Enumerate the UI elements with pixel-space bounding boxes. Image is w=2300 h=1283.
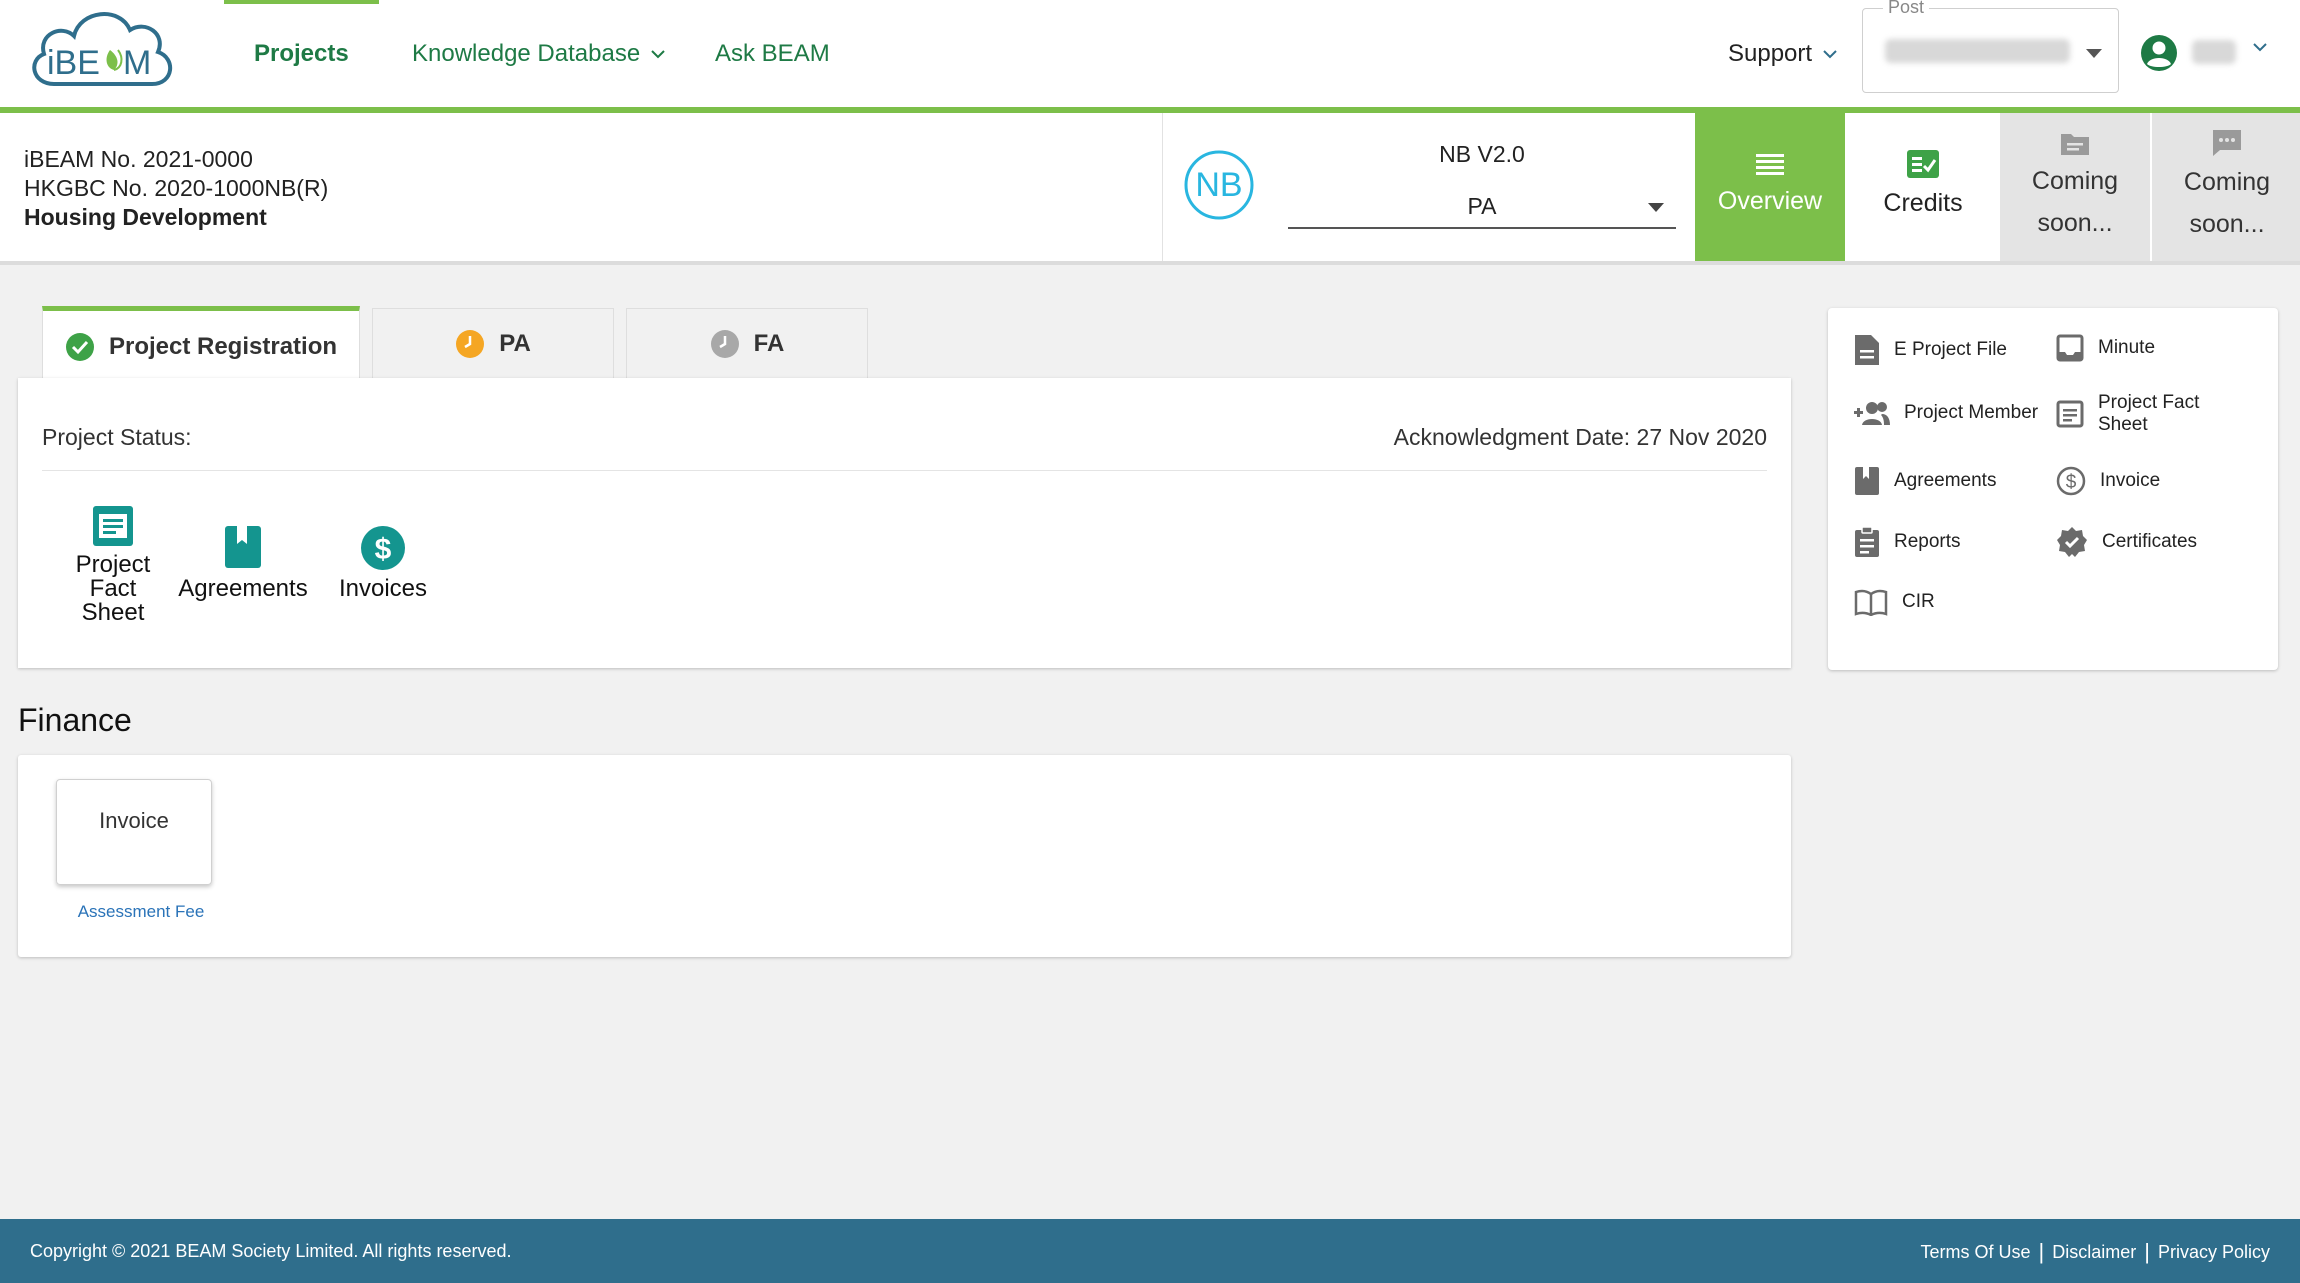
user-account-icon[interactable] [2140,34,2178,72]
document-icon [1855,335,1879,365]
book-icon [1855,467,1879,495]
project-status-card: Project Status: Acknowledgment Date: 27 … [18,378,1791,668]
tab-coming-soon-2[interactable]: Coming soon... [2152,113,2300,261]
stage-select[interactable]: PA [1288,185,1676,229]
invoice-card[interactable]: Invoice [56,779,212,885]
dollar-circle-icon: $ [361,526,405,570]
nav-knowledge-database[interactable]: Knowledge Database [412,0,666,107]
privacy-policy-link[interactable]: Privacy Policy [2158,1242,2270,1263]
project-bar: iBEAM No. 2021-0000 HKGBC No. 2020-1000N… [0,113,2300,265]
chevron-down-icon [651,49,665,58]
acknowledgment-date: Acknowledgment Date: 27 Nov 2020 [1393,424,1767,450]
chevron-down-icon[interactable] [2252,42,2268,52]
link-project-fact-sheet[interactable]: Project Fact Sheet [2056,392,2199,436]
scheme-version: NB V2.0 [1439,141,1525,167]
caret-down-icon [2086,49,2102,58]
link-reports[interactable]: Reports [1854,526,1961,558]
fact-sheet-icon [2056,400,2084,428]
link-minute[interactable]: Minute [2056,334,2155,362]
tab-overview[interactable]: Overview [1695,113,1845,261]
clipboard-icon [1855,526,1879,557]
list-icon [1756,154,1784,175]
chevron-down-icon [1823,49,1837,58]
project-type: Housing Development [24,204,267,230]
doc-invoices[interactable]: $ Invoices [308,525,458,601]
fact-sheet-icon [93,506,133,546]
clock-icon [710,330,739,358]
nav-projects[interactable]: Projects [224,0,379,107]
hkgbc-number: HKGBC No. 2020-1000NB(R) [24,175,329,201]
nav-ask-beam[interactable]: Ask BEAM [715,0,830,107]
clock-icon [456,330,485,358]
svg-text:iBE: iBE [47,44,100,82]
open-book-icon [1854,589,1888,616]
tab-fa[interactable]: FA [626,308,868,379]
link-e-project-file[interactable]: E Project File [1854,334,2007,366]
svg-text:M: M [123,44,151,82]
add-people-icon [1854,402,1890,425]
tab-credits[interactable]: Credits [1848,113,1998,261]
quick-links-card: E Project File Minute Project Member Pro… [1828,308,2278,670]
assessment-fee-link[interactable]: Assessment Fee [36,902,246,922]
post-label: Post [1883,0,1930,18]
caret-down-icon [1648,203,1664,212]
support-menu[interactable]: Support [1728,0,1838,107]
copyright-text: Copyright © 2021 BEAM Society Limited. A… [30,1241,512,1261]
post-select[interactable]: Post [1862,0,2119,93]
checklist-icon [1907,150,1939,178]
tab-pa[interactable]: PA [372,308,614,379]
dollar-circle-icon: $ [2056,466,2086,496]
verified-badge-icon [2057,527,2087,557]
ibeam-logo[interactable]: iBE M [24,2,184,97]
divider [42,470,1767,471]
svg-text:NB: NB [1195,166,1242,204]
disclaimer-link[interactable]: Disclaimer [2052,1242,2136,1263]
finance-card: Invoice Assessment Fee [18,755,1791,957]
check-circle-icon [65,333,94,361]
top-header: iBE M Projects Knowledge Database Ask BE… [0,0,2300,113]
user-name-redacted [2192,40,2236,64]
tab-coming-soon-1[interactable]: Coming soon... [2000,113,2150,261]
footer-links: Terms Of Use | Disclaimer | Privacy Poli… [1921,1239,2271,1265]
chat-icon [2213,130,2241,156]
link-invoice[interactable]: $ Invoice [2056,466,2160,496]
link-certificates[interactable]: Certificates [2056,526,2197,558]
book-icon [225,526,261,568]
link-agreements[interactable]: Agreements [1854,466,1996,496]
separator: | [2038,1239,2045,1264]
link-project-member[interactable]: Project Member [1854,400,2038,426]
svg-text:$: $ [375,533,392,566]
ibeam-number: iBEAM No. 2021-0000 [24,146,253,172]
stage-select-value: PA [1467,193,1497,219]
folder-icon [2061,134,2089,155]
footer: Copyright © 2021 BEAM Society Limited. A… [0,1219,2300,1283]
project-info: iBEAM No. 2021-0000 HKGBC No. 2020-1000N… [24,145,328,232]
post-value-redacted [1885,39,2070,63]
separator: | [2144,1239,2150,1264]
finance-title: Finance [18,702,132,738]
tab-project-registration[interactable]: Project Registration [42,306,360,383]
project-status-label: Project Status: [42,424,192,450]
svg-text:$: $ [2066,472,2077,493]
divider [1162,113,1163,261]
inbox-icon [2056,334,2084,362]
doc-agreements[interactable]: Agreements [158,525,328,601]
nb-scheme-logo: NB [1183,149,1255,226]
terms-of-use-link[interactable]: Terms Of Use [1921,1242,2031,1263]
doc-project-fact-sheet[interactable]: Project Fact Sheet [53,505,173,625]
link-cir[interactable]: CIR [1854,588,1935,616]
